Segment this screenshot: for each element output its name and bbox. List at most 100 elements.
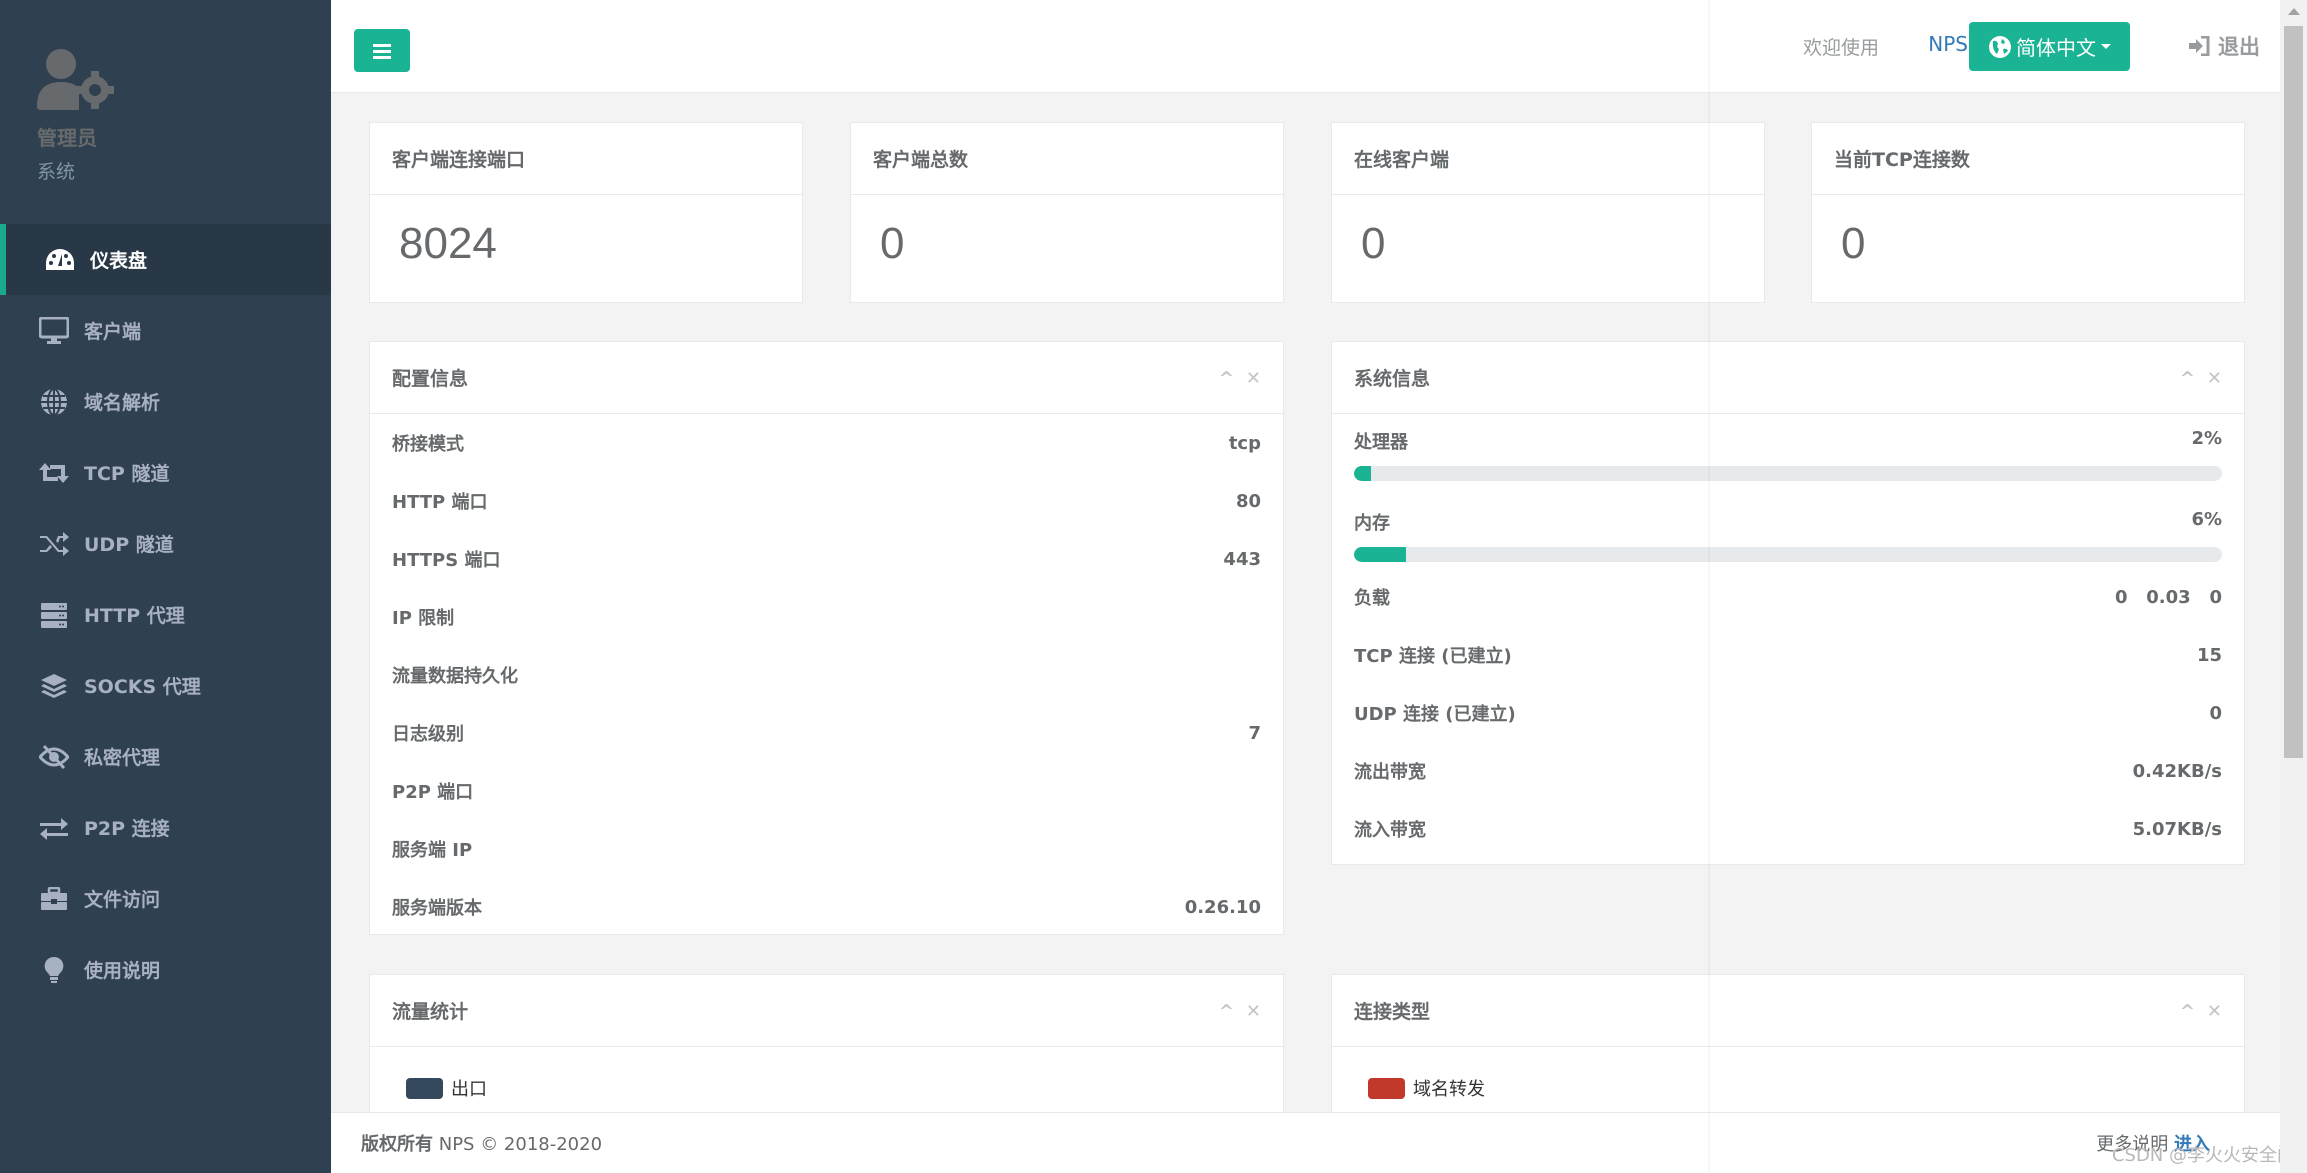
- sidebar-item-udp[interactable]: UDP 隧道: [0, 508, 331, 579]
- collapse-icon[interactable]: ^: [2180, 368, 2195, 389]
- system-row: UDP 连接 (已建立) 0: [1332, 684, 2244, 742]
- collapse-icon[interactable]: ^: [1219, 368, 1234, 389]
- stat-card-client-total: 客户端总数 0: [850, 122, 1284, 303]
- copyright-label: 版权所有: [361, 1134, 433, 1155]
- stat-title: 当前TCP连接数: [1812, 123, 2244, 195]
- profile: 管理员 系统: [37, 48, 117, 184]
- panel-title-text: 配置信息: [392, 368, 469, 390]
- config-row: 服务端版本 0.26.10: [370, 878, 1283, 936]
- sidebar-item-domain[interactable]: 域名解析: [0, 366, 331, 437]
- row-label: 流量数据持久化: [392, 666, 518, 687]
- row-label: 服务端版本: [392, 898, 482, 919]
- welcome-text: 欢迎使用: [1802, 37, 1879, 59]
- scrollbar[interactable]: [2280, 0, 2307, 1173]
- panel-tools: ^ ✕: [1219, 1001, 1261, 1022]
- layers-icon: [38, 672, 70, 700]
- system-panel: 系统信息 ^ ✕ 处理器 2% 内存 6% 负载 0 0.03 0 TCP 连接 (已…: [1331, 341, 2245, 865]
- row-value: 443: [1223, 548, 1261, 570]
- sidebar-item-label: 仪表盘: [90, 250, 148, 272]
- memory-usage: 内存 6%: [1332, 495, 2244, 562]
- logout-button[interactable]: 退出: [2188, 31, 2260, 61]
- close-icon[interactable]: ✕: [2207, 368, 2222, 389]
- config-row: P2P 端口: [370, 762, 1283, 820]
- panel-tools: ^ ✕: [2180, 368, 2222, 389]
- collapse-icon[interactable]: ^: [1219, 1001, 1234, 1022]
- profile-role: 系统: [37, 161, 76, 183]
- sidebar-nav: 仪表盘 客户端 域名解析 TCP 隧道 UDP 隧道 HTTP 代理 SOCKS…: [0, 224, 331, 1005]
- exchange-icon: [38, 814, 70, 842]
- memory-value: 6%: [2191, 509, 2222, 530]
- sidebar-item-p2p[interactable]: P2P 连接: [0, 792, 331, 863]
- cpu-usage: 处理器 2%: [1332, 414, 2244, 481]
- stat-title: 客户端连接端口: [370, 123, 802, 195]
- stat-title: 在线客户端: [1332, 123, 1764, 195]
- globe-icon: [1989, 35, 2011, 58]
- scrollbar-thumb[interactable]: [2284, 26, 2303, 758]
- config-row: 流量数据持久化: [370, 646, 1283, 704]
- config-row: HTTPS 端口 443: [370, 530, 1283, 588]
- cpu-progress-bar: [1354, 466, 2222, 481]
- legend-swatch: [1368, 1077, 1405, 1099]
- logout-label: 退出: [2218, 35, 2260, 59]
- close-icon[interactable]: ✕: [2207, 1001, 2222, 1022]
- sidebar-item-label: TCP 隧道: [84, 463, 170, 485]
- copyright-text: NPS © 2018-2020: [438, 1134, 603, 1155]
- sidebar-item-label: HTTP 代理: [84, 605, 185, 627]
- panel-tools: ^ ✕: [2180, 1001, 2222, 1022]
- stat-card-online-clients: 在线客户端 0: [1331, 122, 1765, 303]
- stat-value: 0: [880, 219, 905, 268]
- sidebar-item-clients[interactable]: 客户端: [0, 295, 331, 366]
- panel-title: 连接类型 ^ ✕: [1332, 975, 2244, 1047]
- config-row: 日志级别 7: [370, 704, 1283, 762]
- collapse-icon[interactable]: ^: [2180, 1001, 2195, 1022]
- row-label: IP 限制: [392, 608, 455, 629]
- row-value: 5.07KB/s: [2132, 818, 2222, 840]
- panel-title: 系统信息 ^ ✕: [1332, 342, 2244, 414]
- row-label: HTTPS 端口: [392, 550, 501, 571]
- row-label: 流出带宽: [1354, 762, 1426, 783]
- sidebar-item-label: 文件访问: [84, 889, 161, 911]
- stat-title: 客户端总数: [851, 123, 1283, 195]
- sidebar-item-dashboard[interactable]: 仪表盘: [0, 224, 331, 295]
- cpu-progress-fill: [1354, 466, 1372, 481]
- sidebar-item-tcp[interactable]: TCP 隧道: [0, 437, 331, 508]
- cpu-value: 2%: [2191, 428, 2222, 449]
- sidebar-item-label: 客户端: [84, 321, 142, 343]
- row-value: 80: [1235, 490, 1261, 512]
- scroll-up-arrow-icon[interactable]: [2288, 8, 2300, 15]
- cpu-label: 处理器: [1354, 432, 1408, 453]
- legend-label: 出口: [451, 1079, 487, 1100]
- close-icon[interactable]: ✕: [1246, 368, 1261, 389]
- menu-toggle-button[interactable]: [354, 29, 410, 72]
- panel-title-text: 流量统计: [392, 1001, 469, 1023]
- config-panel: 配置信息 ^ ✕ 桥接模式 tcp HTTP 端口 80 HTTPS 端口 443 I…: [369, 341, 1284, 935]
- footer: 版权所有 NPS © 2018-2020 更多说明 进入: [331, 1112, 2280, 1173]
- system-row: TCP 连接 (已建立) 15: [1332, 626, 2244, 684]
- sidebar-item-http[interactable]: HTTP 代理: [0, 579, 331, 650]
- config-row: IP 限制: [370, 588, 1283, 646]
- random-icon: [38, 530, 70, 558]
- panel-title: 流量统计 ^ ✕: [370, 975, 1283, 1047]
- close-icon[interactable]: ✕: [1246, 1001, 1261, 1022]
- sidebar-item-secret[interactable]: 私密代理: [0, 721, 331, 792]
- row-label: 流入带宽: [1354, 820, 1426, 841]
- language-dropdown[interactable]: 简体中文: [1969, 22, 2130, 71]
- sidebar-item-label: UDP 隧道: [84, 534, 174, 556]
- memory-label: 内存: [1354, 513, 1390, 534]
- sidebar-item-label: 使用说明: [84, 960, 161, 982]
- brand-link[interactable]: NPS: [1928, 32, 1968, 56]
- row-label: 日志级别: [392, 724, 464, 745]
- row-label: 负载: [1354, 588, 1390, 609]
- sidebar-item-socks[interactable]: SOCKS 代理: [0, 650, 331, 721]
- row-value: 15: [2196, 644, 2222, 666]
- copyright: 版权所有 NPS © 2018-2020: [361, 1130, 602, 1156]
- panel-tools: ^ ✕: [1219, 368, 1261, 389]
- eye-slash-icon: [38, 743, 70, 771]
- topbar: 欢迎使用 NPS 简体中文 退出: [331, 0, 2280, 93]
- server-icon: [38, 601, 70, 629]
- sidebar-item-help[interactable]: 使用说明: [0, 934, 331, 1005]
- stat-card-tcp-connections: 当前TCP连接数 0: [1811, 122, 2245, 303]
- config-row: 服务端 IP: [370, 820, 1283, 878]
- memory-progress-fill: [1354, 547, 1407, 562]
- sidebar-item-files[interactable]: 文件访问: [0, 863, 331, 934]
